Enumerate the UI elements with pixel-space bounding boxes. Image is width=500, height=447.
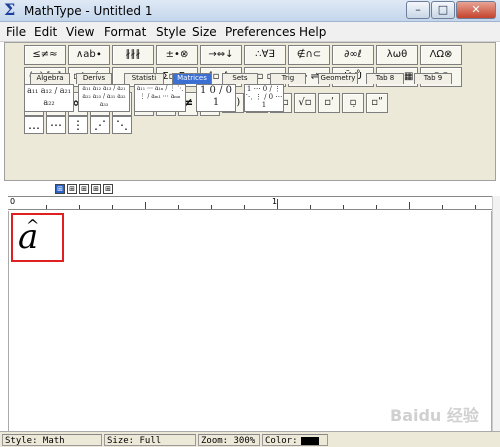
- subscript-button[interactable]: ▫̣: [342, 93, 364, 113]
- vertical-ellipsis-button[interactable]: ⋮: [68, 116, 88, 134]
- minimize-button[interactable]: –: [406, 1, 430, 19]
- align-left-icon[interactable]: ⊞: [55, 184, 65, 194]
- status-style: Style: Math: [2, 434, 102, 446]
- status-color: Color:: [262, 434, 328, 446]
- menu-style[interactable]: Style: [156, 25, 186, 39]
- menu-bar: File Edit View Format Style Size Prefere…: [0, 22, 500, 42]
- tab-geometry[interactable]: Geometry: [318, 73, 358, 84]
- identity-2x2-template[interactable]: 1 0 / 0 1: [196, 84, 236, 112]
- menu-size[interactable]: Size: [192, 25, 217, 39]
- align-relation-icon[interactable]: ⊞: [91, 184, 101, 194]
- midline-ellipsis-button[interactable]: ⋯: [46, 116, 66, 134]
- matrix-2x2-template[interactable]: a₁₁ a₁₂ / a₂₁ a₂₂: [24, 84, 74, 112]
- up-diagonal-ellipsis-button[interactable]: ⋰: [90, 116, 110, 134]
- ruler[interactable]: 0 1: [8, 196, 492, 210]
- mathtype-logo-icon: Σ: [4, 0, 16, 19]
- menu-preferences[interactable]: Preferences: [225, 25, 296, 39]
- status-color-label: Color:: [265, 436, 298, 446]
- ruler-label-0: 0: [10, 197, 16, 206]
- greek-lower-palette-button[interactable]: λωθ: [376, 45, 418, 65]
- ellipsis-button[interactable]: …: [24, 116, 44, 134]
- menu-file[interactable]: File: [6, 25, 26, 39]
- arrows-palette-button[interactable]: →⇔↓: [200, 45, 242, 65]
- spaces-palette-button[interactable]: ∧ab∙: [68, 45, 110, 65]
- matrix-3x3-template[interactable]: a₁₁ a₁₂ a₁₃ / a₂₁ a₂₂ a₂₃ / a₃₁ a₃₂ a₃₃: [78, 84, 130, 112]
- tab-8[interactable]: Tab 8: [366, 73, 404, 84]
- greek-upper-palette-button[interactable]: ΛΩ⊗: [420, 45, 462, 65]
- tab-derivs[interactable]: Derivs: [76, 73, 112, 84]
- color-swatch: [300, 436, 319, 445]
- menu-help[interactable]: Help: [299, 25, 326, 39]
- superscript-button[interactable]: ▫ʹ: [318, 93, 340, 113]
- align-decimal-icon[interactable]: ⊞: [103, 184, 113, 194]
- equation-editor-area[interactable]: [8, 211, 492, 431]
- sqrt-button[interactable]: √▫: [294, 93, 316, 113]
- tab-statistics[interactable]: Statisti: [124, 73, 164, 84]
- menu-edit[interactable]: Edit: [34, 25, 57, 39]
- menu-view[interactable]: View: [66, 25, 94, 39]
- sets-palette-button[interactable]: ∉∩⊂: [288, 45, 330, 65]
- tab-sets[interactable]: Sets: [222, 73, 258, 84]
- align-right-icon[interactable]: ⊞: [79, 184, 89, 194]
- prime-button[interactable]: ▫ʺ: [366, 93, 388, 113]
- tab-algebra[interactable]: Algebra: [30, 73, 70, 84]
- down-diagonal-ellipsis-button[interactable]: ⋱: [112, 116, 132, 134]
- misc-palette-button[interactable]: ∂∞ℓ: [332, 45, 374, 65]
- menu-format[interactable]: Format: [104, 25, 146, 39]
- window-title: MathType - Untitled 1: [24, 4, 153, 18]
- relations-palette-button[interactable]: ≤≠≈: [24, 45, 66, 65]
- tab-trig[interactable]: Trig: [270, 73, 306, 84]
- vertical-scrollbar[interactable]: [492, 196, 500, 431]
- logic-palette-button[interactable]: ∴∀∃: [244, 45, 286, 65]
- highlight-box: [11, 213, 64, 262]
- status-bar: Style: Math Size: Full Zoom: 300% Color:: [0, 431, 500, 447]
- operators-palette-button[interactable]: ±•⊗: [156, 45, 198, 65]
- status-zoom: Zoom: 300%: [198, 434, 260, 446]
- tab-matrices[interactable]: Matrices: [172, 73, 212, 84]
- maximize-button[interactable]: □: [431, 1, 455, 19]
- watermark-logo: Baidu 经验: [390, 406, 479, 425]
- status-size: Size: Full: [104, 434, 196, 446]
- close-button[interactable]: ✕: [456, 1, 496, 19]
- matrix-mxn-template[interactable]: a₁₁ ⋯ a₁ₙ / ⋮ ⋱ ⋮ / aₘ₁ ⋯ aₘₙ: [134, 84, 186, 112]
- align-center-icon[interactable]: ⊞: [67, 184, 77, 194]
- embellishments-palette-button[interactable]: ∦∦∦: [112, 45, 154, 65]
- tab-9[interactable]: Tab 9: [414, 73, 452, 84]
- identity-nxn-template[interactable]: 1 ⋯ 0 / ⋮ ⋱ ⋮ / 0 ⋯ 1: [244, 84, 284, 112]
- title-bar: Σ MathType - Untitled 1 – □ ✕: [0, 0, 500, 22]
